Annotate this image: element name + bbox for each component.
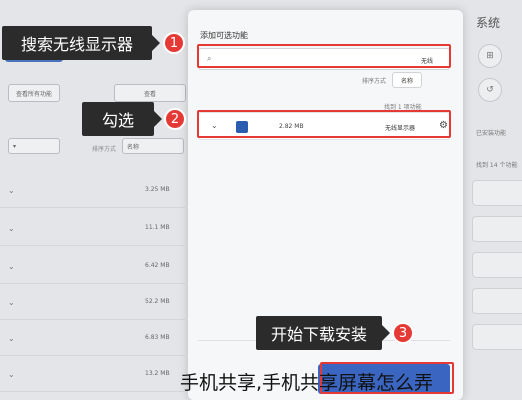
installed-feature-row[interactable]: ⌄ 13.2 MB [0,358,185,392]
feature-row[interactable] [472,216,522,242]
grid-icon: ⊞ [478,44,502,68]
dialog-title: 添加可选功能 [200,31,248,40]
bg-sort-select[interactable]: 名称 [122,138,184,154]
step-number: 1 [163,32,185,54]
feature-size: 6.42 MB [145,262,170,269]
history-icon: ↺ [478,78,502,102]
chevron-down-icon: ⌄ [8,186,15,195]
sort-label: 排序方式 [362,78,387,85]
feature-row[interactable] [472,288,522,314]
step-number: 2 [164,108,186,130]
callout-install: 开始下载安装 [256,316,390,350]
chevron-down-icon: ⌄ [8,262,15,271]
bg-button-1[interactable]: 查看所有功能 [8,84,60,102]
bg-sort-label: 排序方式 [92,146,117,153]
feature-size: 11.1 MB [145,224,170,231]
search-highlight [197,44,451,68]
step-number: 3 [392,322,414,344]
feature-size: 3.25 MB [145,186,170,193]
installed-feature-row[interactable]: ⌄ 52.2 MB [0,286,185,320]
feature-size: 52.2 MB [145,298,170,305]
callout-check: 勾选 [82,102,162,136]
installed-feature-row[interactable]: ⌄ 11.1 MB [0,212,185,246]
feature-row[interactable] [472,324,522,350]
result-highlight [197,110,451,138]
feature-row[interactable] [472,180,522,206]
chevron-down-icon: ⌄ [8,370,15,379]
chevron-down-icon: ⌄ [8,298,15,307]
bg-button-2[interactable]: 查看 [114,84,186,102]
feature-row[interactable] [472,252,522,278]
settings-title: 系统 [476,16,501,30]
installed-features-label: 已安装功能 [476,130,507,137]
callout-search: 搜索无线显示器 [2,26,160,60]
feature-size: 6.83 MB [145,334,170,341]
installed-feature-row[interactable]: ⌄ 6.83 MB [0,322,185,356]
chevron-down-icon: ⌄ [8,334,15,343]
caption-text: 手机共享,手机共享屏幕怎么弄 [180,372,434,394]
chevron-down-icon: ⌄ [8,224,15,233]
feature-size: 13.2 MB [145,370,170,377]
installed-feature-row[interactable]: ⌄ 3.25 MB [0,174,185,208]
bg-filter-select[interactable]: ▾ [8,138,60,154]
installed-feature-row[interactable]: ⌄ 6.42 MB [0,250,185,284]
sort-select[interactable]: 名称 [392,72,422,88]
found-count-label: 找到 14 个功能 [476,162,518,169]
